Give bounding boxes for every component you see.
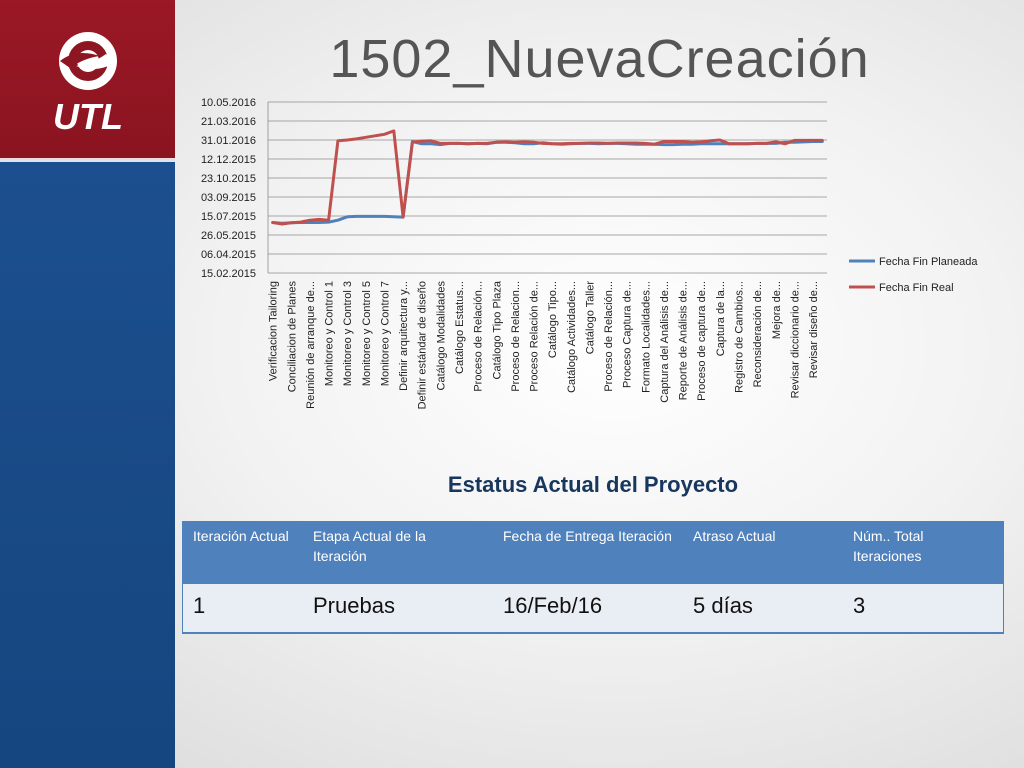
x-tick-label: Catálogo Taller — [584, 281, 596, 355]
x-tick-label: Proceso de Relacion... — [510, 281, 522, 392]
y-tick-label: 03.09.2015 — [201, 192, 256, 204]
utl-emblem-icon — [59, 32, 117, 90]
utl-logo: UTL — [53, 32, 123, 137]
x-tick-label: Verificacion Tailoring — [268, 281, 280, 381]
chart-series — [271, 129, 824, 226]
header-delay: Atraso Actual — [683, 521, 843, 584]
delivery-date-value: 16/Feb/16 — [493, 584, 683, 634]
current-iteration-value: 1 — [182, 584, 303, 634]
x-tick-label: Catálogo Estatus... — [454, 281, 466, 374]
series-line-planned — [271, 140, 824, 225]
status-title: Estatus Actual del Proyecto — [447, 472, 739, 497]
x-tick-label: Definir arquitectura y... — [398, 281, 410, 391]
line-chart: 15.02.2015 06.04.2015 26.05.2015 15.07.2015… — [201, 97, 978, 409]
status-header-row: Iteración Actual Etapa Actual de la Iter… — [182, 521, 1004, 584]
total-iterations-value: 3 — [843, 584, 1004, 634]
sidebar-band: UTL — [0, 0, 175, 768]
x-axis-ticks: Verificacion Tailoring Conciliacion de Pl… — [268, 280, 820, 409]
header-total-iterations: Núm.. Total Iteraciones — [843, 521, 1004, 584]
chart-gridlines — [267, 101, 827, 274]
status-table: Iteración Actual Etapa Actual de la Iter… — [182, 521, 1004, 634]
x-tick-label: Monitoreo y Control 5 — [361, 281, 373, 386]
y-tick-label: 31.01.2016 — [201, 135, 256, 147]
y-tick-label: 10.05.2016 — [201, 97, 256, 109]
header-stage: Etapa Actual de la Iteración — [303, 521, 493, 584]
x-tick-label: Reunión de arranque de... — [305, 281, 317, 409]
legend-label: Fecha Fin Real — [879, 282, 954, 294]
current-stage-value: Pruebas — [303, 584, 493, 634]
x-tick-label: Captura del Análisis de... — [659, 281, 671, 403]
y-tick-label: 15.02.2015 — [201, 268, 256, 280]
y-axis-ticks: 15.02.2015 06.04.2015 26.05.2015 15.07.2015… — [201, 97, 256, 280]
x-tick-label: Catálogo Tipo... — [547, 281, 559, 358]
x-tick-label: Proceso de captura de... — [696, 281, 708, 401]
y-tick-label: 23.10.2015 — [201, 173, 256, 185]
slide-title: 1502_NuevaCreación — [329, 29, 870, 89]
x-tick-label: Revisar diseño de... — [808, 281, 820, 378]
x-tick-label: Proceso de Relación... — [473, 281, 485, 392]
logo-text: UTL — [53, 96, 123, 137]
x-tick-label: Catálogo Tipo Plaza — [491, 280, 503, 379]
x-tick-label: Revisar diccionario de... — [789, 281, 801, 398]
x-tick-label: Conciliacion de Planes — [286, 281, 298, 393]
x-tick-label: Definir estándar de diseño — [417, 281, 429, 409]
x-tick-label: Formato Localidades... — [640, 281, 652, 393]
legend-label: Fecha Fin Planeada — [879, 256, 978, 268]
header-delivery-date: Fecha de Entrega Iteración — [493, 521, 683, 584]
header-iteration: Iteración Actual — [182, 521, 303, 584]
y-tick-label: 15.07.2015 — [201, 211, 256, 223]
x-tick-label: Catálogo Actividades... — [566, 281, 578, 393]
y-tick-label: 21.03.2016 — [201, 116, 256, 128]
y-tick-label: 12.12.2015 — [201, 154, 256, 166]
x-tick-label: Captura de la... — [715, 281, 727, 356]
x-tick-label: Reconsideración de... — [752, 281, 764, 387]
delay-value: 5 días — [683, 584, 843, 634]
x-tick-label: Proceso de Relación... — [603, 281, 615, 392]
y-tick-label: 06.04.2015 — [201, 249, 256, 261]
x-tick-label: Catálogo Modalidades — [435, 281, 447, 391]
y-tick-label: 26.05.2015 — [201, 230, 256, 242]
x-tick-label: Proceso Relación de... — [529, 281, 541, 392]
status-value-row: 1 Pruebas 16/Feb/16 5 días 3 — [182, 584, 1004, 634]
x-tick-label: Reporte de Análisis de... — [678, 281, 690, 400]
sidebar-divider — [0, 158, 175, 162]
series-line-real — [271, 129, 824, 226]
chart-legend: Fecha Fin Planeada Fecha Fin Real — [849, 256, 978, 294]
x-tick-label: Monitoreo y Control 7 — [379, 281, 391, 386]
x-tick-label: Monitoreo y Control 1 — [324, 281, 336, 386]
x-tick-label: Proceso Captura de... — [622, 281, 634, 388]
x-tick-label: Registro de Cambios... — [733, 281, 745, 393]
x-tick-label: Mejora de... — [771, 281, 783, 339]
x-tick-label: Monitoreo y Control 3 — [342, 281, 354, 386]
